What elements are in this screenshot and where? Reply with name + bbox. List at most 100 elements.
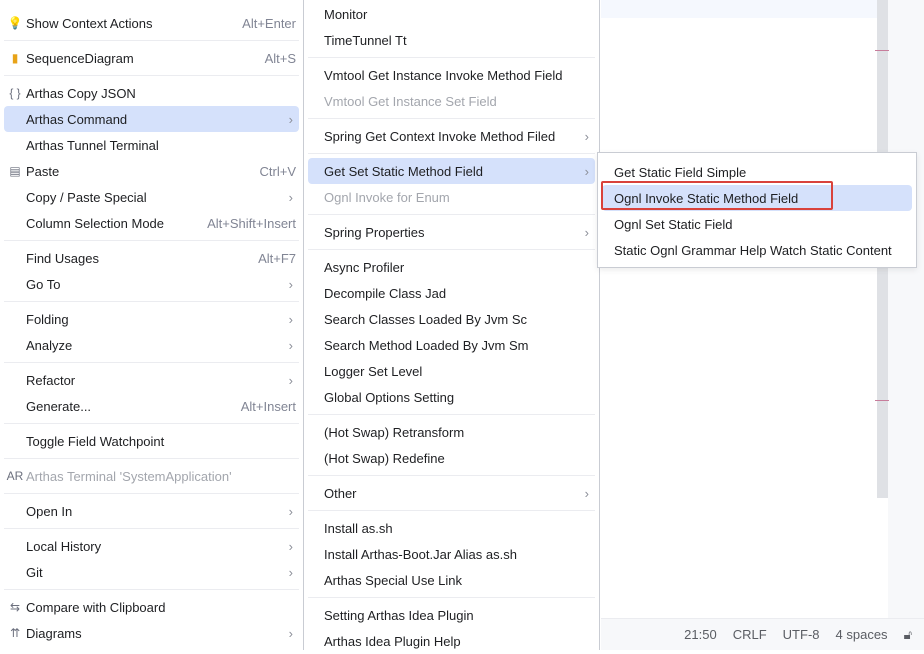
menu-item-label: Folding <box>26 311 69 327</box>
menu-item-analyze[interactable]: Analyze › <box>4 332 299 358</box>
menu-item-compare-with-clipboard[interactable]: ⇆ Compare with Clipboard <box>4 594 299 620</box>
menu-item-local-history[interactable]: Local History › <box>4 533 299 559</box>
menu-item-ognl-set-static-field[interactable]: Ognl Set Static Field <box>602 211 912 237</box>
chevron-right-icon: › <box>288 538 293 554</box>
menu-item-search-classes-loaded-by-jvm-sc[interactable]: Search Classes Loaded By Jvm Sc <box>308 306 595 332</box>
caret-position[interactable]: 21:50 <box>684 627 717 642</box>
shortcut-label: Alt+Enter <box>242 15 296 31</box>
menu-item-go-to[interactable]: Go To › <box>4 271 299 297</box>
menu-separator <box>304 245 599 254</box>
menu-item-sequencediagram[interactable]: ▮ SequenceDiagram Alt+S <box>4 45 299 71</box>
menu-item-spring-get-context-invoke-method-filed[interactable]: Spring Get Context Invoke Method Filed › <box>308 123 595 149</box>
menu-item-label: Logger Set Level <box>324 363 423 379</box>
chevron-right-icon: › <box>584 128 589 144</box>
menu-item-arthas-terminal-systemapplication: AR Arthas Terminal 'SystemApplication' <box>4 463 299 489</box>
menu-item-arthas-special-use-link[interactable]: Arthas Special Use Link <box>308 567 595 593</box>
diagrams-icon: ⇈ <box>9 626 21 640</box>
menu-item-label: (Hot Swap) Retransform <box>324 424 465 440</box>
indent-setting[interactable]: 4 spaces <box>836 627 888 642</box>
menu-item-spring-properties[interactable]: Spring Properties › <box>308 219 595 245</box>
menu-item-arthas-command[interactable]: Arthas Command › <box>4 106 299 132</box>
shortcut-label: Alt+S <box>264 50 296 66</box>
status-bar: 21:50 CRLF UTF-8 4 spaces 🔓︎ <box>601 618 924 650</box>
menu-item-label: Git <box>26 564 43 580</box>
menu-item-label: Search Method Loaded By Jvm Sm <box>324 337 529 353</box>
menu-separator <box>0 36 303 45</box>
file-encoding[interactable]: UTF-8 <box>783 627 820 642</box>
menu-separator <box>304 471 599 480</box>
shortcut-label: Alt+Shift+Insert <box>207 215 296 231</box>
menu-separator <box>304 210 599 219</box>
menu-item-decompile-class-jad[interactable]: Decompile Class Jad <box>308 280 595 306</box>
menu-item-hot-swap-retransform[interactable]: (Hot Swap) Retransform <box>308 419 595 445</box>
menu-item-get-set-static-method-field[interactable]: Get Set Static Method Field › <box>308 158 595 184</box>
chevron-right-icon: › <box>288 503 293 519</box>
menu-item-label: Arthas Terminal 'SystemApplication' <box>26 468 232 484</box>
menu-item-search-method-loaded-by-jvm-sm[interactable]: Search Method Loaded By Jvm Sm <box>308 332 595 358</box>
menu-item-column-selection-mode[interactable]: Column Selection Mode Alt+Shift+Insert <box>4 210 299 236</box>
error-stripe-mark[interactable] <box>875 400 889 401</box>
menu-item-arthas-tunnel-terminal[interactable]: Arthas Tunnel Terminal <box>4 132 299 158</box>
menu-item-install-arthas-boot-jar-alias-as-sh[interactable]: Install Arthas-Boot.Jar Alias as.sh <box>308 541 595 567</box>
sequence-diagram-icon: ▮ <box>11 51 19 65</box>
menu-item-label: Global Options Setting <box>324 389 455 405</box>
menu-separator <box>304 114 599 123</box>
menu-item-diagrams[interactable]: ⇈ Diagrams › <box>4 620 299 646</box>
menu-item-global-options-setting[interactable]: Global Options Setting <box>308 384 595 410</box>
menu-item-logger-set-level[interactable]: Logger Set Level <box>308 358 595 384</box>
compare-clipboard-icon: ⇆ <box>9 600 21 614</box>
menu-item-label: Arthas Special Use Link <box>324 572 463 588</box>
menu-separator <box>0 454 303 463</box>
menu-separator <box>0 358 303 367</box>
menu-item-monitor[interactable]: Monitor <box>308 1 595 27</box>
menu-item-install-as-sh[interactable]: Install as.sh <box>308 515 595 541</box>
menu-item-folding[interactable]: Folding › <box>4 306 299 332</box>
menu-item-label: Other <box>324 485 357 501</box>
menu-item-label: Arthas Command <box>26 111 128 127</box>
menu-item-label: Arthas Tunnel Terminal <box>26 137 159 153</box>
chevron-right-icon: › <box>584 163 589 179</box>
menu-item-generate[interactable]: Generate... Alt+Insert <box>4 393 299 419</box>
menu-item-label: Vmtool Get Instance Set Field <box>324 93 497 109</box>
menu-item-async-profiler[interactable]: Async Profiler <box>308 254 595 280</box>
menu-separator <box>304 53 599 62</box>
chevron-right-icon: › <box>288 564 293 580</box>
arthas-icon: AR <box>6 469 24 483</box>
menu-item-label: Compare with Clipboard <box>26 599 166 615</box>
menu-item-label: Monitor <box>324 6 368 22</box>
menu-item-open-in[interactable]: Open In › <box>4 498 299 524</box>
menu-item-label: Find Usages <box>26 250 99 266</box>
menu-separator <box>304 506 599 515</box>
menu-item-git[interactable]: Git › <box>4 559 299 585</box>
get-set-static-submenu: Get Static Field Simple Ognl Invoke Stati… <box>597 152 917 268</box>
menu-item-copy-paste-special[interactable]: Copy / Paste Special › <box>4 184 299 210</box>
clipboard-icon: ▤ <box>9 164 21 178</box>
menu-item-arthas-idea-plugin-help[interactable]: Arthas Idea Plugin Help <box>308 628 595 654</box>
chevron-right-icon: › <box>288 111 293 127</box>
line-ending[interactable]: CRLF <box>733 627 767 642</box>
menu-separator <box>0 297 303 306</box>
menu-item-paste[interactable]: ▤ Paste Ctrl+V <box>4 158 299 184</box>
menu-item-show-context-actions[interactable]: 💡 Show Context Actions Alt+Enter <box>4 10 299 36</box>
menu-separator <box>0 236 303 245</box>
menu-item-label: Setting Arthas Idea Plugin <box>324 607 474 623</box>
menu-item-label: Refactor <box>26 372 76 388</box>
menu-item-setting-arthas-idea-plugin[interactable]: Setting Arthas Idea Plugin <box>308 602 595 628</box>
menu-item-find-usages[interactable]: Find Usages Alt+F7 <box>4 245 299 271</box>
error-stripe-mark[interactable] <box>875 50 889 51</box>
menu-item-toggle-field-watchpoint[interactable]: Toggle Field Watchpoint <box>4 428 299 454</box>
menu-item-label: Decompile Class Jad <box>324 285 447 301</box>
menu-separator <box>304 149 599 158</box>
menu-item-vmtool-get-instance-invoke-method-field[interactable]: Vmtool Get Instance Invoke Method Field <box>308 62 595 88</box>
current-line-highlight <box>601 0 877 18</box>
menu-item-hot-swap-redefine[interactable]: (Hot Swap) Redefine <box>308 445 595 471</box>
menu-item-refactor[interactable]: Refactor › <box>4 367 299 393</box>
menu-item-other[interactable]: Other › <box>308 480 595 506</box>
menu-item-timetunnel-tt[interactable]: TimeTunnel Tt <box>308 27 595 53</box>
unlock-icon[interactable]: 🔓︎ <box>904 627 912 643</box>
chevron-right-icon: › <box>288 372 293 388</box>
lightbulb-icon: 💡 <box>7 16 23 30</box>
menu-item-static-ognl-grammar-help-watch-static-content[interactable]: Static Ognl Grammar Help Watch Static Co… <box>602 237 912 263</box>
menu-separator <box>0 71 303 80</box>
menu-item-arthas-copy-json[interactable]: { } Arthas Copy JSON <box>4 80 299 106</box>
